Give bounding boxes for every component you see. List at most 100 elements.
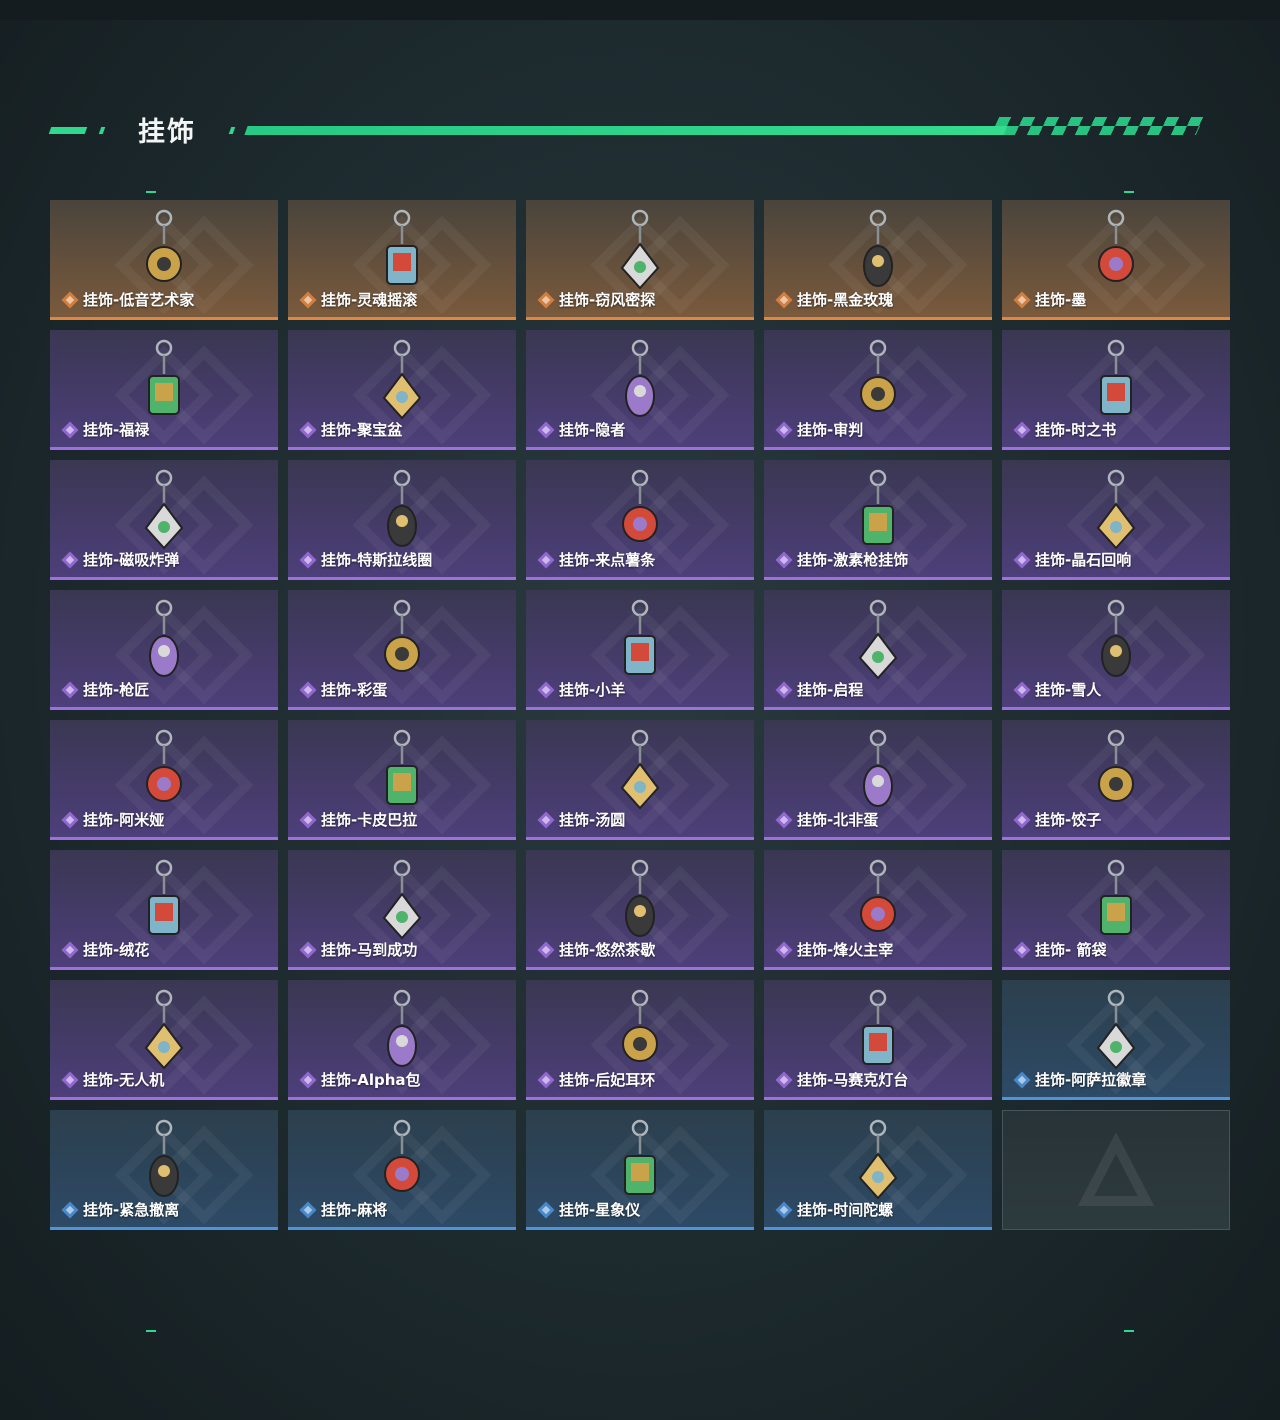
item-card[interactable]: 挂饰-北非蛋	[764, 720, 992, 840]
item-card[interactable]: 挂饰-灵魂摇滚	[288, 200, 516, 320]
charm-image-icon	[848, 206, 908, 292]
item-card[interactable]: 挂饰-紧急撤离	[50, 1110, 278, 1230]
item-card[interactable]: 挂饰-雪人	[1002, 590, 1230, 710]
charm-image-icon	[134, 856, 194, 942]
item-card[interactable]: 挂饰-无人机	[50, 980, 278, 1100]
item-card[interactable]: 挂饰-饺子	[1002, 720, 1230, 840]
item-card[interactable]: 挂饰-阿米娅	[50, 720, 278, 840]
item-name: 挂饰-马到成功	[321, 941, 418, 959]
item-name: 挂饰- 箭袋	[1035, 941, 1107, 959]
empty-slot	[1002, 1110, 1230, 1230]
quality-diamond-icon	[775, 551, 793, 569]
item-card[interactable]: 挂饰-隐者	[526, 330, 754, 450]
charm-image-icon	[1086, 856, 1146, 942]
item-name: 挂饰-磁吸炸弹	[83, 551, 180, 569]
item-card[interactable]: 挂饰-磁吸炸弹	[50, 460, 278, 580]
quality-diamond-icon	[537, 941, 555, 959]
item-card[interactable]: 挂饰-启程	[764, 590, 992, 710]
charm-image-icon	[372, 726, 432, 812]
item-card[interactable]: 挂饰-后妃耳环	[526, 980, 754, 1100]
charm-image-icon	[610, 336, 670, 422]
item-name: 挂饰-雪人	[1035, 681, 1102, 699]
charm-image-icon	[848, 986, 908, 1072]
corner-mark	[1124, 191, 1134, 193]
section-title: 挂饰	[138, 117, 196, 148]
charm-image-icon	[1086, 596, 1146, 682]
quality-diamond-icon	[537, 1201, 555, 1219]
item-card[interactable]: 挂饰-特斯拉线圈	[288, 460, 516, 580]
item-card[interactable]: 挂饰-来点薯条	[526, 460, 754, 580]
item-card[interactable]: 挂饰-黑金玫瑰	[764, 200, 992, 320]
quality-diamond-icon	[61, 291, 79, 309]
quality-diamond-icon	[1013, 551, 1031, 569]
charm-image-icon	[610, 1116, 670, 1202]
item-card[interactable]: 挂饰-墨	[1002, 200, 1230, 320]
charm-image-icon	[372, 1116, 432, 1202]
quality-diamond-icon	[299, 291, 317, 309]
item-card[interactable]: 挂饰-晶石回响	[1002, 460, 1230, 580]
charm-image-icon	[1086, 986, 1146, 1072]
item-card[interactable]: 挂饰-低音艺术家	[50, 200, 278, 320]
item-name: 挂饰-悠然茶歇	[559, 941, 656, 959]
item-card[interactable]: 挂饰-聚宝盆	[288, 330, 516, 450]
quality-diamond-icon	[61, 811, 79, 829]
charm-image-icon	[134, 726, 194, 812]
item-card[interactable]: 挂饰-时间陀螺	[764, 1110, 992, 1230]
item-card[interactable]: 挂饰-窃风密探	[526, 200, 754, 320]
item-card[interactable]: 挂饰-彩蛋	[288, 590, 516, 710]
item-card[interactable]: 挂饰-激素枪挂饰	[764, 460, 992, 580]
item-card[interactable]: 挂饰-Alpha包	[288, 980, 516, 1100]
item-name: 挂饰-后妃耳环	[559, 1071, 656, 1089]
item-name: 挂饰-卡皮巴拉	[321, 811, 418, 829]
quality-diamond-icon	[775, 811, 793, 829]
quality-diamond-icon	[537, 1071, 555, 1089]
charm-image-icon	[610, 856, 670, 942]
charm-image-icon	[1086, 206, 1146, 292]
item-name: 挂饰-马赛克灯台	[797, 1071, 909, 1089]
quality-diamond-icon	[537, 811, 555, 829]
charm-image-icon	[134, 1116, 194, 1202]
item-card[interactable]: 挂饰-卡皮巴拉	[288, 720, 516, 840]
quality-diamond-icon	[1013, 421, 1031, 439]
item-name: 挂饰-紧急撤离	[83, 1201, 180, 1219]
charm-image-icon	[848, 726, 908, 812]
item-name: 挂饰-福禄	[83, 421, 150, 439]
charm-image-icon	[372, 856, 432, 942]
section-header: 挂饰	[48, 108, 1205, 148]
quality-diamond-icon	[61, 941, 79, 959]
quality-diamond-icon	[1013, 1071, 1031, 1089]
item-name: 挂饰-激素枪挂饰	[797, 551, 909, 569]
item-name: 挂饰-彩蛋	[321, 681, 388, 699]
header-accent-dash	[48, 127, 88, 134]
quality-diamond-icon	[537, 421, 555, 439]
item-card[interactable]: 挂饰-汤圆	[526, 720, 754, 840]
item-name: 挂饰-小羊	[559, 681, 626, 699]
item-card[interactable]: 挂饰-阿萨拉徽章	[1002, 980, 1230, 1100]
item-name: 挂饰-晶石回响	[1035, 551, 1132, 569]
item-card[interactable]: 挂饰-马赛克灯台	[764, 980, 992, 1100]
quality-diamond-icon	[775, 421, 793, 439]
quality-diamond-icon	[299, 551, 317, 569]
item-card[interactable]: 挂饰-麻将	[288, 1110, 516, 1230]
charm-image-icon	[372, 466, 432, 552]
item-card[interactable]: 挂饰-绒花	[50, 850, 278, 970]
item-card[interactable]: 挂饰-时之书	[1002, 330, 1230, 450]
item-name: 挂饰-聚宝盆	[321, 421, 403, 439]
quality-diamond-icon	[537, 681, 555, 699]
game-logo-icon	[1077, 1133, 1155, 1206]
item-card[interactable]: 挂饰-马到成功	[288, 850, 516, 970]
item-card[interactable]: 挂饰-烽火主宰	[764, 850, 992, 970]
quality-diamond-icon	[1013, 681, 1031, 699]
charm-image-icon	[1086, 466, 1146, 552]
item-grid: 挂饰-低音艺术家 挂饰-灵魂摇滚 挂饰-窃风密探 挂饰-黑金玫瑰 挂饰-墨 挂饰-福禄 挂饰…	[50, 200, 1230, 1230]
item-name: 挂饰-特斯拉线圈	[321, 551, 433, 569]
item-card[interactable]: 挂饰-小羊	[526, 590, 754, 710]
item-card[interactable]: 挂饰-枪匠	[50, 590, 278, 710]
item-card[interactable]: 挂饰-福禄	[50, 330, 278, 450]
item-card[interactable]: 挂饰-悠然茶歇	[526, 850, 754, 970]
quality-diamond-icon	[299, 681, 317, 699]
item-card[interactable]: 挂饰-审判	[764, 330, 992, 450]
charm-image-icon	[610, 466, 670, 552]
item-card[interactable]: 挂饰- 箭袋	[1002, 850, 1230, 970]
item-card[interactable]: 挂饰-星象仪	[526, 1110, 754, 1230]
